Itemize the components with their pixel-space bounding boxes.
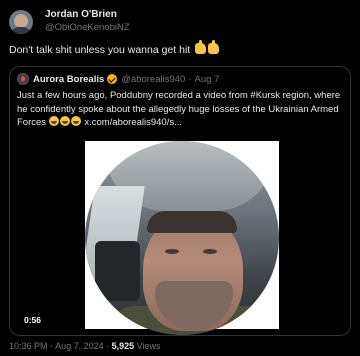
tweet-author[interactable]: Jordan O'Brien @ObiOneKenobiNZ <box>9 9 130 34</box>
author-display-name[interactable]: Jordan O'Brien <box>45 9 130 21</box>
quoted-text: Just a few hours ago, Poddubny recorded … <box>17 89 347 130</box>
quoted-avatar[interactable] <box>17 73 29 85</box>
tweet-date[interactable]: Aug 7, 2024 <box>55 341 104 351</box>
views-label: Views <box>136 341 161 351</box>
tweet-time[interactable]: 10:36 PM <box>9 341 48 351</box>
joy-icon <box>59 116 70 126</box>
author-handle[interactable]: @ObiOneKenobiNZ <box>45 22 130 34</box>
thumbs-up-icon <box>208 40 220 54</box>
tweet-body: Don't talk shit unless you wanna get hit <box>9 44 191 56</box>
video-scene-headrest <box>95 241 140 301</box>
avatar-body <box>11 26 31 34</box>
video-scene-hair <box>147 211 237 233</box>
views-count[interactable]: 5,925 <box>112 341 135 351</box>
quoted-display-name[interactable]: Aurora Borealis <box>33 74 104 85</box>
separator-dot: · <box>188 73 192 85</box>
quoted-handle[interactable]: @aborealis940 <box>121 74 185 85</box>
video-scene-eye <box>203 249 217 254</box>
quoted-date[interactable]: Aug 7 <box>195 74 220 85</box>
tweet-text: Don't talk shit unless you wanna get hit <box>9 40 220 56</box>
author-names: Jordan O'Brien @ObiOneKenobiNZ <box>45 9 130 34</box>
thumbs-up-icon <box>195 40 207 54</box>
joy-icon <box>48 116 59 126</box>
avatar[interactable] <box>9 9 33 34</box>
joy-icon <box>70 116 81 126</box>
tweet-meta: 10:36 PM · Aug 7, 2024 · 5,925 Views <box>9 341 161 351</box>
verified-badge-icon <box>107 74 118 84</box>
video-scene-eye <box>165 249 179 254</box>
quoted-link[interactable]: x.com/aborealis940/s... <box>84 117 182 128</box>
video-media[interactable] <box>85 141 279 335</box>
video-thumbnail[interactable] <box>85 141 279 335</box>
avatar-face <box>14 13 28 28</box>
tweet[interactable]: Jordan O'Brien @ObiOneKenobiNZ Don't tal… <box>0 0 360 356</box>
quoted-header: Aurora Borealis @aborealis940 · Aug 7 <box>17 73 219 85</box>
quoted-tweet[interactable]: Aurora Borealis @aborealis940 · Aug 7 Ju… <box>9 66 351 336</box>
video-duration: 0:56 <box>21 314 45 326</box>
